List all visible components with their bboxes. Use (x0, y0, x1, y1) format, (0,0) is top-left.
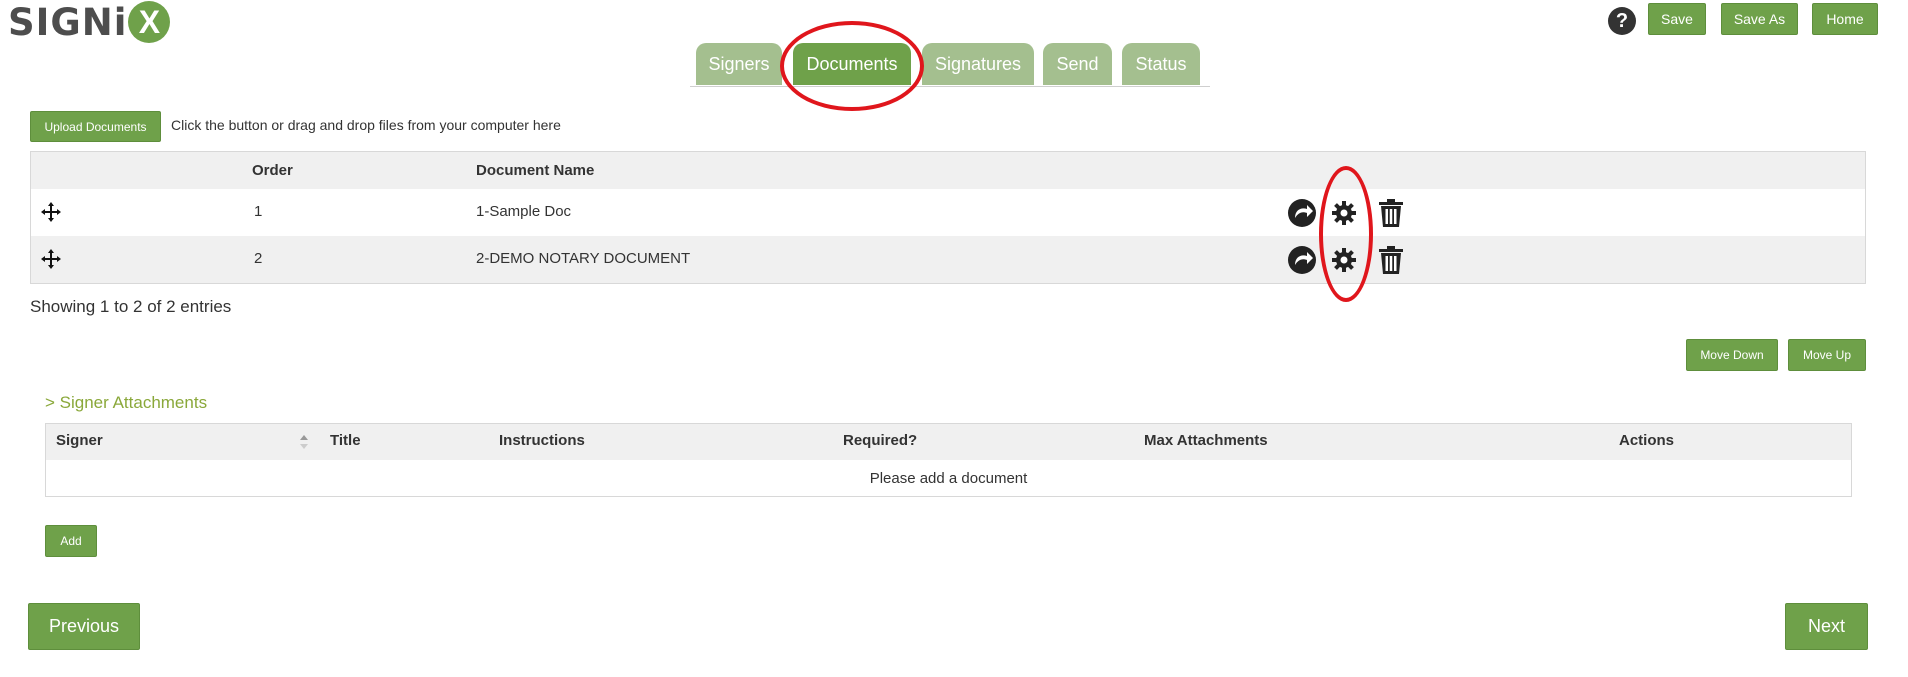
save-button[interactable]: Save (1648, 3, 1706, 35)
gear-icon[interactable] (1331, 200, 1357, 231)
entries-summary: Showing 1 to 2 of 2 entries (30, 297, 232, 316)
column-header-actions[interactable]: Actions (1619, 432, 1674, 449)
sort-arrows-icon[interactable] (300, 434, 308, 455)
logo-text: SIGNi (8, 0, 128, 44)
upload-hint: Click the button or drag and drop files … (171, 117, 561, 133)
documents-table: Order Document Name 1 1-Sample Doc 2 2-D… (30, 151, 1866, 284)
row-order: 1 (254, 203, 263, 220)
column-header-document-name[interactable]: Document Name (476, 162, 594, 179)
trash-icon[interactable] (1379, 246, 1403, 279)
column-header-instructions[interactable]: Instructions (499, 432, 585, 449)
gear-icon[interactable] (1331, 247, 1357, 278)
table-row: 2 2-DEMO NOTARY DOCUMENT (31, 236, 1865, 283)
next-button[interactable]: Next (1785, 603, 1868, 650)
tab-send[interactable]: Send (1043, 43, 1112, 85)
column-header-title[interactable]: Title (330, 432, 361, 449)
row-order: 2 (254, 250, 263, 267)
previous-button[interactable]: Previous (28, 603, 140, 650)
signer-attachments-table: Signer Title Instructions Required? Max … (45, 423, 1852, 497)
row-document-name: 2-DEMO NOTARY DOCUMENT (476, 250, 691, 267)
column-header-order[interactable]: Order (252, 162, 293, 179)
logo-x-mark: X (128, 1, 171, 43)
tab-signatures[interactable]: Signatures (922, 43, 1034, 85)
table-header-row: Order Document Name (31, 152, 1865, 189)
tab-status[interactable]: Status (1122, 43, 1200, 85)
tab-underline (690, 86, 1210, 87)
signix-logo: SIGNi X (8, 0, 171, 44)
save-as-button[interactable]: Save As (1721, 3, 1798, 35)
signer-attachments-toggle[interactable]: > Signer Attachments (45, 393, 207, 413)
move-icon[interactable] (41, 202, 61, 227)
row-document-name: 1-Sample Doc (476, 203, 572, 220)
table-row: 1 1-Sample Doc (31, 189, 1865, 236)
move-down-button[interactable]: Move Down (1686, 339, 1778, 371)
table-header-row: Signer Title Instructions Required? Max … (46, 424, 1851, 460)
tab-signers[interactable]: Signers (696, 43, 782, 85)
column-header-signer[interactable]: Signer (56, 432, 103, 449)
add-attachment-button[interactable]: Add (45, 525, 97, 557)
home-button[interactable]: Home (1812, 3, 1878, 35)
column-header-max-attachments[interactable]: Max Attachments (1144, 432, 1268, 449)
empty-table-message: Please add a document (869, 469, 1028, 487)
upload-documents-button[interactable]: Upload Documents (30, 111, 161, 142)
move-up-button[interactable]: Move Up (1788, 339, 1866, 371)
replace-icon[interactable] (1287, 245, 1317, 280)
help-icon[interactable]: ? (1608, 7, 1636, 35)
column-header-required[interactable]: Required? (843, 432, 917, 449)
trash-icon[interactable] (1379, 199, 1403, 232)
replace-icon[interactable] (1287, 198, 1317, 233)
move-icon[interactable] (41, 249, 61, 274)
tab-documents[interactable]: Documents (793, 43, 911, 85)
